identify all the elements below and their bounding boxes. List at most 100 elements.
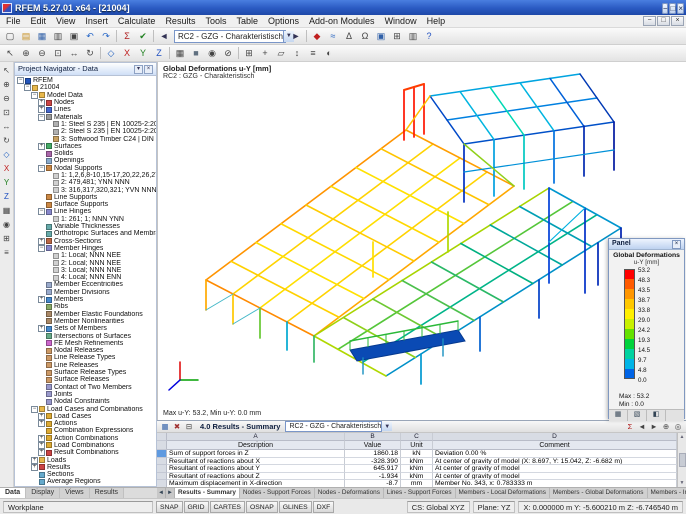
menu-table[interactable]: Table [231, 15, 263, 28]
tree-item-line-releases[interactable]: Line Releases [15, 362, 156, 369]
table-row[interactable]: Resultant of reactions about Z-1.934kNmA… [157, 473, 677, 481]
tree-item-contact-of-two-members[interactable]: Contact of Two Members [15, 383, 156, 390]
tree-item-model-data[interactable]: −Model Data [15, 92, 156, 99]
expand-icon[interactable]: + [38, 435, 45, 442]
status-toggle-dxf[interactable]: DXF [313, 501, 335, 513]
minimize-button[interactable]: − [662, 3, 669, 14]
tabs-scroll-right-icon[interactable]: ► [166, 488, 175, 498]
select-icon[interactable]: ↖ [2, 46, 18, 61]
expand-icon[interactable]: + [38, 420, 45, 427]
copy-icon[interactable]: ▣ [66, 29, 82, 44]
zoom-in-icon[interactable]: ⊕ [18, 46, 34, 61]
expand-icon[interactable]: + [38, 413, 45, 420]
table-zoom-icon[interactable]: ⊕ [660, 421, 672, 432]
status-toggle-cartes[interactable]: CARTES [210, 501, 245, 513]
expand-icon[interactable]: + [38, 238, 45, 245]
tree-item-actions[interactable]: +Actions [15, 420, 156, 427]
model-viewport[interactable]: Global Deformations u-Y [mm] RC2 : GZG -… [157, 62, 686, 420]
tree-item-3-local-nnn-nne[interactable]: 3: Local; NNN NNE [15, 267, 156, 274]
tree-item-21004[interactable]: −21004 [15, 84, 156, 91]
panel-close-icon[interactable]: × [672, 240, 681, 249]
tree-item-1-1-2-6-8-10-15-17-20-22-26-27-30-31-36-[interactable]: 1: 1,2,6,8-10,15-17,20,22,26,27,30,31,36… [15, 172, 156, 179]
tree-item-solids[interactable]: Solids [15, 150, 156, 157]
view-x-icon[interactable]: X [119, 46, 135, 61]
collapse-icon[interactable]: − [24, 84, 31, 91]
table-tab-results-summary[interactable]: Results - Summary [175, 488, 240, 498]
visibility-tool-icon[interactable]: ◉ [0, 218, 13, 231]
tree-item-surfaces[interactable]: +Surfaces [15, 143, 156, 150]
table-row[interactable]: Resultant of reactions about Y645.917kNm… [157, 465, 677, 473]
panel-filter-tab-icon[interactable]: ◧ [647, 410, 666, 421]
tree-item-joints[interactable]: Joints [15, 391, 156, 398]
tree-item-sections[interactable]: Sections [15, 471, 156, 478]
table-close-icon[interactable]: ✖ [171, 421, 183, 432]
wireframe-display-icon[interactable]: ▦ [172, 46, 188, 61]
tree-item-result-combinations[interactable]: +Result Combinations [15, 449, 156, 456]
clipping-plane-icon[interactable]: ⊘ [220, 46, 236, 61]
tabs-scroll-left-icon[interactable]: ◄ [157, 488, 166, 498]
tree-item-loads[interactable]: +Loads [15, 456, 156, 463]
navigator-tab-display[interactable]: Display [26, 488, 60, 498]
scroll-up-icon[interactable]: ▲ [680, 434, 685, 440]
expand-icon[interactable]: + [31, 457, 38, 464]
panel-toggle-icon[interactable]: ▣ [373, 29, 389, 44]
table-tab-members-global-deformations[interactable]: Members - Global Deformations [550, 488, 648, 498]
tree-item-1-local-nnn-nee[interactable]: 1: Local; NNN NEE [15, 252, 156, 259]
tree-item-rfem[interactable]: −RFEM [15, 77, 156, 84]
previous-result-icon[interactable]: ◄ [156, 29, 172, 44]
collapse-icon[interactable]: − [38, 165, 45, 172]
pan-icon[interactable]: ↔ [66, 46, 82, 61]
scroll-down-icon[interactable]: ▼ [680, 480, 685, 486]
maximize-button[interactable]: □ [669, 3, 676, 14]
table-tab-lines-support-forces[interactable]: Lines - Support Forces [384, 488, 456, 498]
table-tab-members-local-deformations[interactable]: Members - Local Deformations [456, 488, 550, 498]
pan-tool-icon[interactable]: ↔ [0, 120, 13, 133]
tree-item-average-regions[interactable]: Average Regions [15, 478, 156, 485]
zoom-out-tool-icon[interactable]: ⊖ [0, 92, 13, 105]
collapse-icon[interactable]: − [31, 92, 38, 99]
table-tab-nodes-deformations[interactable]: Nodes - Deformations [315, 488, 384, 498]
row-selector[interactable] [157, 480, 167, 487]
menu-edit[interactable]: Edit [26, 15, 52, 28]
menu-insert[interactable]: Insert [80, 15, 113, 28]
status-toggle-grid[interactable]: GRID [184, 501, 209, 513]
x-view-tool-icon[interactable]: X [0, 162, 13, 175]
select-tool-icon[interactable]: ↖ [0, 64, 13, 77]
load-case-combo[interactable]: RC2 - GZG - Charakteristisch ▼ [174, 30, 286, 43]
table-select-icon[interactable]: ▦ [159, 421, 171, 432]
menu-calculate[interactable]: Calculate [113, 15, 161, 28]
snap-toggle-icon[interactable]: + [257, 46, 273, 61]
dimension-icon[interactable]: ↕ [289, 46, 305, 61]
help-icon[interactable]: ? [421, 29, 437, 44]
mdi-restore-button[interactable]: □ [657, 16, 670, 26]
table-tab-nodes-support-forces[interactable]: Nodes - Support Forces [240, 488, 315, 498]
tree-item-surface-release-types[interactable]: Surface Release Types [15, 369, 156, 376]
table-row[interactable]: Resultant of reactions about X-328.390kN… [157, 458, 677, 466]
collapse-icon[interactable]: − [38, 245, 45, 252]
tree-item-combination-expressions[interactable]: Combination Expressions [15, 427, 156, 434]
open-file-icon[interactable]: ▤ [18, 29, 34, 44]
tree-item-line-release-types[interactable]: Line Release Types [15, 354, 156, 361]
row-selector[interactable] [157, 458, 167, 466]
tree-item-member-divisions[interactable]: Member Divisions [15, 289, 156, 296]
row-selector[interactable] [157, 473, 167, 481]
tree-item-sets-of-members[interactable]: +Sets of Members [15, 325, 156, 332]
expand-icon[interactable]: + [38, 442, 45, 449]
tree-item-2-479-481-ynn-nnn[interactable]: 2: 479,481; YNN NNN [15, 179, 156, 186]
solid-display-icon[interactable]: ■ [188, 46, 204, 61]
check-model-icon[interactable]: ✔ [135, 29, 151, 44]
row-selector[interactable] [157, 465, 167, 473]
visibility-icon[interactable]: ◉ [204, 46, 220, 61]
tree-item-4-local-nnn-enn[interactable]: 4: Local; NNN ENN [15, 274, 156, 281]
tree-item-3-316-317-320-321-yvn-nnn[interactable]: 3: 316,317,320,321; YVN NNN [15, 186, 156, 193]
support-forces-icon[interactable]: Ω [357, 29, 373, 44]
panel-factors-tab-icon[interactable]: ▧ [628, 410, 647, 421]
zoom-window-tool-icon[interactable]: ⊡ [0, 106, 13, 119]
nav-close-icon[interactable]: × [144, 65, 153, 74]
table-row[interactable]: Sum of support forces in Z1860.18kNDevia… [157, 450, 677, 458]
mdi-close-button[interactable]: × [671, 16, 684, 26]
list-tool-icon[interactable]: ≡ [0, 246, 13, 259]
scroll-thumb[interactable] [679, 453, 686, 467]
zoom-in-tool-icon[interactable]: ⊕ [0, 78, 13, 91]
tree-item-nodal-supports[interactable]: −Nodal Supports [15, 165, 156, 172]
